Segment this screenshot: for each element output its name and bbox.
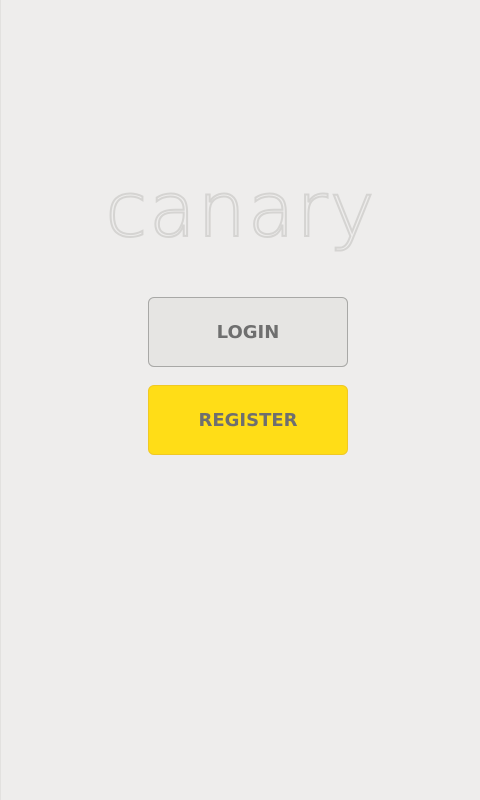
app-logo: canary [104,165,377,254]
register-button-label: REGISTER [198,409,298,431]
login-button[interactable]: LOGIN [148,297,348,367]
welcome-screen: canary LOGIN REGISTER [0,0,480,800]
register-button[interactable]: REGISTER [148,385,348,455]
login-button-label: LOGIN [216,321,280,343]
